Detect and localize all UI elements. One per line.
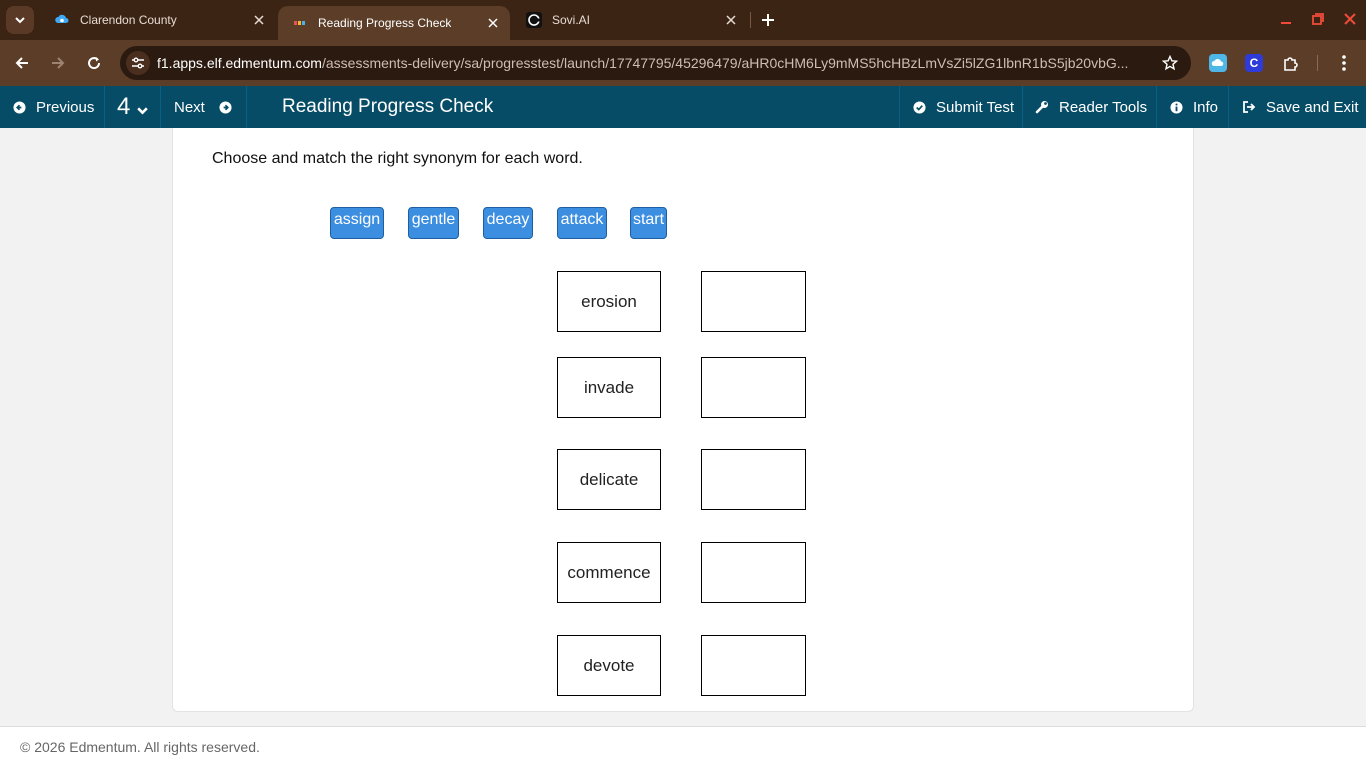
extension-c-button[interactable]: C — [1243, 52, 1265, 74]
info-label: Info — [1193, 98, 1219, 116]
tune-icon — [132, 57, 144, 69]
option-chip-decay[interactable]: decay — [483, 207, 533, 239]
drop-target[interactable] — [701, 357, 806, 418]
test-title: Reading Progress Check — [282, 86, 493, 128]
assessment-header: Previous 4 Next Reading Progress Check S… — [0, 86, 1366, 128]
check-circle-icon — [912, 100, 926, 114]
question-number-dropdown[interactable]: 4 — [117, 86, 149, 128]
wrench-icon — [1035, 100, 1049, 114]
extensions-button[interactable] — [1280, 52, 1302, 74]
option-chip-assign[interactable]: assign — [330, 207, 384, 239]
header-divider — [1228, 86, 1229, 128]
arrow-right-icon — [52, 57, 65, 69]
back-button[interactable] — [8, 49, 36, 77]
header-divider — [246, 86, 247, 128]
reader-tools-label: Reader Tools — [1059, 98, 1148, 116]
save-and-exit-label: Save and Exit — [1266, 98, 1359, 116]
browser-toolbar: f1.apps.elf.edmentum.com/assessments-del… — [0, 40, 1366, 86]
url-path: /assessments-delivery/sa/progresstest/la… — [321, 55, 1129, 71]
minimize-button[interactable] — [1275, 8, 1297, 30]
new-tab-button[interactable] — [758, 10, 778, 30]
option-chip-attack[interactable]: attack — [557, 207, 607, 239]
header-divider — [104, 86, 105, 128]
c-extension-icon: C — [1245, 54, 1263, 72]
drop-target[interactable] — [701, 449, 806, 510]
tab-sovi-ai[interactable]: Sovi.AI — [512, 0, 748, 40]
minimize-icon — [1281, 22, 1291, 24]
previous-label: Previous — [36, 98, 95, 116]
header-divider — [1022, 86, 1023, 128]
option-chip-start[interactable]: start — [630, 207, 667, 239]
more-vertical-icon — [1342, 55, 1346, 71]
edmentum-icon — [292, 15, 308, 31]
cloud-icon — [1209, 54, 1227, 72]
header-divider — [160, 86, 161, 128]
close-icon — [1344, 13, 1356, 25]
arrow-left-icon — [15, 57, 28, 69]
cloud-sync-icon — [54, 12, 70, 28]
extension-cloud-button[interactable] — [1207, 52, 1229, 74]
header-divider — [899, 86, 900, 128]
drop-target[interactable] — [701, 542, 806, 603]
restore-icon — [1312, 13, 1324, 25]
question-panel — [172, 128, 1194, 712]
url-text: f1.apps.elf.edmentum.com/assessments-del… — [157, 55, 1147, 71]
test-title-text: Reading Progress Check — [282, 96, 494, 117]
close-tab-icon[interactable] — [724, 13, 738, 27]
browser-menu-button[interactable] — [1333, 52, 1355, 74]
sign-out-icon — [1242, 100, 1256, 114]
word-box-commence: commence — [557, 542, 661, 603]
word-box-devote: devote — [557, 635, 661, 696]
close-window-button[interactable] — [1339, 8, 1361, 30]
header-divider — [1156, 86, 1157, 128]
reload-icon — [88, 57, 101, 70]
question-number: 4 — [117, 93, 131, 120]
drop-target[interactable] — [701, 635, 806, 696]
bookmark-button[interactable] — [1161, 54, 1179, 72]
submit-test-label: Submit Test — [936, 98, 1015, 116]
arrow-circle-left-icon — [12, 100, 26, 114]
restore-button[interactable] — [1307, 8, 1329, 30]
close-tab-icon[interactable] — [486, 16, 500, 30]
site-info-button[interactable] — [126, 51, 150, 75]
chevron-down-icon — [15, 17, 25, 24]
tab-clarendon-county[interactable]: Clarendon County — [40, 0, 276, 40]
browser-tab-strip: Clarendon County Reading Progress Check … — [0, 0, 1366, 40]
forward-button[interactable] — [44, 49, 72, 77]
url-host: f1.apps.elf.edmentum.com — [157, 55, 322, 71]
question-prompt: Choose and match the right synonym for e… — [212, 150, 583, 167]
reader-tools-button[interactable]: Reader Tools — [1035, 86, 1147, 128]
submit-test-button[interactable]: Submit Test — [912, 86, 1014, 128]
save-and-exit-button[interactable]: Save and Exit — [1242, 86, 1359, 128]
word-box-delicate: delicate — [557, 449, 661, 510]
toolbar-divider — [1317, 55, 1318, 71]
arrow-circle-right-icon — [219, 100, 233, 114]
reload-button[interactable] — [80, 49, 108, 77]
next-button[interactable]: Next — [174, 86, 233, 128]
tab-reading-progress-check[interactable]: Reading Progress Check — [278, 6, 510, 40]
tab-title: Clarendon County — [80, 13, 177, 27]
info-circle-icon — [1169, 100, 1183, 114]
previous-button[interactable]: Previous — [12, 86, 94, 128]
sovi-icon — [526, 12, 542, 28]
chevron-down-icon — [137, 106, 149, 115]
option-chip-gentle[interactable]: gentle — [408, 207, 459, 239]
copyright-text: © 2026 Edmentum. All rights reserved. — [20, 739, 260, 755]
tab-title: Reading Progress Check — [318, 16, 452, 30]
word-box-erosion: erosion — [557, 271, 661, 332]
address-bar[interactable]: f1.apps.elf.edmentum.com/assessments-del… — [120, 46, 1191, 80]
word-box-invade: invade — [557, 357, 661, 418]
info-button[interactable]: Info — [1169, 86, 1218, 128]
tab-separator — [750, 12, 751, 28]
puzzle-icon — [1284, 57, 1298, 71]
page-footer: © 2026 Edmentum. All rights reserved. — [0, 726, 1366, 768]
next-label: Next — [174, 98, 205, 116]
close-tab-icon[interactable] — [252, 13, 266, 27]
plus-icon — [762, 14, 774, 26]
drop-target[interactable] — [701, 271, 806, 332]
star-icon — [1162, 55, 1178, 71]
tab-search-button[interactable] — [6, 6, 34, 34]
tab-title: Sovi.AI — [552, 13, 591, 27]
